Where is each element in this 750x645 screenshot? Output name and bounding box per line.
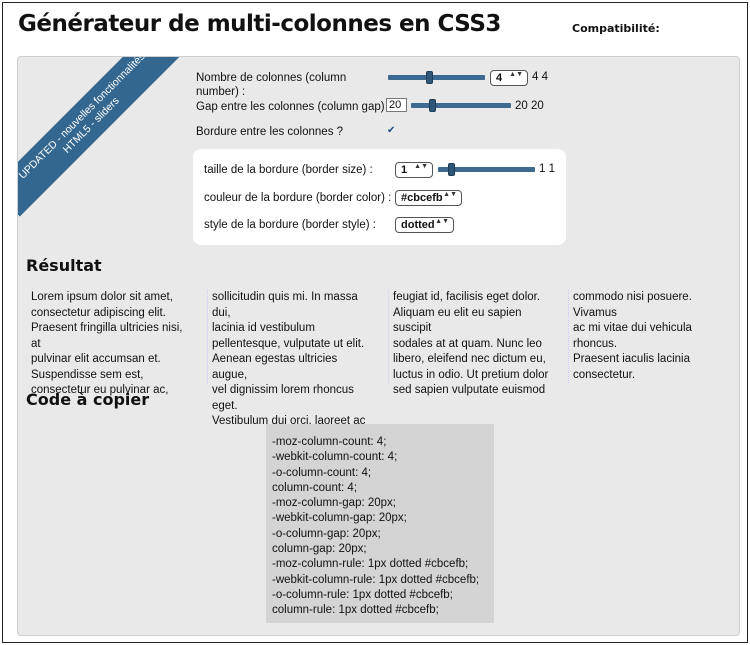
column-gap-input[interactable]: 20 [386, 98, 407, 112]
border-style-select[interactable]: dotted ▲▼ [395, 217, 454, 233]
column-count-slider-thumb[interactable] [426, 71, 433, 84]
result-column-4: commodo nisi posuere. Vivamus ac mi vita… [568, 290, 732, 383]
page-title: Générateur de multi-colonnes en CSS3 [18, 11, 501, 37]
result-heading: Résultat [26, 256, 102, 275]
code-line: -moz-column-count: 4; [272, 436, 387, 448]
column-gap-label: Gap entre les colonnes (column gap) : [196, 101, 391, 113]
select-arrows-icon: ▲▼ [443, 191, 457, 198]
updated-ribbon: UPDATED - nouvelles fonctionnalités HTML… [18, 57, 183, 217]
css-code-output[interactable]: -moz-column-count: 4; -webkit-column-cou… [266, 424, 494, 623]
border-options-panel: taille de la bordure (border size) : 1 ▲… [193, 149, 566, 245]
result-column-1: Lorem ipsum dolor sit amet, consectetur … [31, 291, 183, 396]
column-count-label: Nombre de colonnes (column number) : [196, 72, 347, 98]
result-column-3: feugiat id, facilisis eget dolor. Aliqua… [388, 290, 560, 396]
select-arrows-icon: ▲▼ [414, 163, 428, 170]
code-heading: Code à copier [26, 390, 150, 409]
code-line: -moz-column-gap: 20px; [272, 497, 396, 510]
border-color-select[interactable]: #cbcefb ▲▼ [395, 190, 462, 206]
code-line: -o-column-gap: 20px; [272, 527, 381, 540]
column-gap-slider-thumb[interactable] [429, 99, 436, 112]
code-line: -webkit-column-rule: 1px dotted #cbcefb; [272, 573, 480, 586]
select-arrows-icon: ▲▼ [435, 218, 449, 225]
border-size-value: 1 1 [539, 163, 555, 175]
border-size-select[interactable]: 1 ▲▼ [395, 162, 433, 178]
code-line: column-rule: 1px dotted #cbcefb; [272, 604, 439, 617]
column-gap-slider[interactable] [411, 99, 511, 112]
border-size-label: taille de la bordure (border size) : [204, 164, 373, 176]
border-size-slider[interactable] [438, 163, 535, 176]
code-line: -o-column-count: 4; [272, 466, 372, 479]
border-size-slider-thumb[interactable] [448, 163, 455, 176]
code-line: -o-column-rule: 1px dotted #cbcefb; [272, 588, 453, 601]
code-line: column-count: 4; [272, 481, 358, 494]
code-line: -moz-column-rule: 1px dotted #cbcefb; [272, 558, 469, 571]
column-rule-label: Bordure entre les colonnes ? [196, 126, 344, 138]
code-line: -webkit-column-gap: 20px; [272, 512, 407, 525]
column-count-select[interactable]: 4 ▲▼ [490, 70, 528, 86]
border-color-label: couleur de la bordure (border color) : [204, 192, 392, 204]
column-gap-value: 20 20 [515, 100, 544, 112]
compatibility-label: Compatibilité: [572, 22, 660, 35]
ribbon-line-2: HTML5 - sliders [60, 94, 122, 156]
generator-panel: UPDATED - nouvelles fonctionnalités HTML… [17, 56, 740, 636]
code-line: -webkit-column-count: 4; [272, 451, 398, 464]
column-rule-checkbox[interactable]: ✔ [387, 126, 397, 136]
column-count-value: 4 4 [532, 71, 548, 83]
border-style-label: style de la bordure (border style) : [204, 219, 376, 231]
page-frame: Générateur de multi-colonnes en CSS3 Com… [2, 2, 748, 643]
select-arrows-icon: ▲▼ [509, 71, 523, 78]
result-column-2: sollicitudin quis mi. In massa dui, laci… [207, 290, 379, 427]
code-line: column-gap: 20px; [272, 543, 367, 556]
column-count-slider[interactable] [388, 71, 485, 84]
